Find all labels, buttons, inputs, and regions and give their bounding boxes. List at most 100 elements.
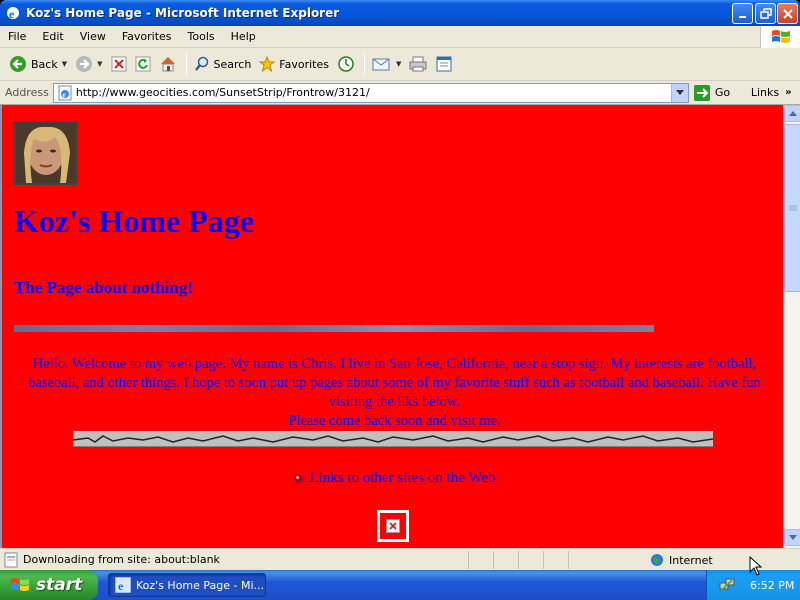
taskbar-item-label: Koz's Home Page - Mi... [136,578,265,592]
mail-button[interactable]: ▼ [369,51,404,77]
print-button[interactable] [406,51,430,77]
intro-paragraph: Hello. Welcome to my web page. My name i… [28,356,761,410]
restore-button[interactable] [755,3,776,24]
chevron-down-icon [788,534,797,540]
back-button[interactable]: Back ▼ [6,51,70,77]
forward-button[interactable]: ▼ [72,51,105,77]
minimize-button[interactable] [732,3,753,24]
go-arrow-icon [693,84,710,101]
links-toolbar-button[interactable]: Links [751,86,779,99]
home-icon [160,57,175,72]
restore-icon [759,7,772,19]
history-button[interactable] [334,51,358,77]
search-label: Search [213,57,252,71]
back-dropdown-icon[interactable]: ▼ [62,60,67,68]
intro-text: Hello. Welcome to my web page. My name i… [12,355,777,431]
page-icon: e [58,85,72,100]
forward-dropdown-icon[interactable]: ▼ [97,60,102,68]
status-text: Downloading from site: about:blank [23,553,220,566]
menu-edit[interactable]: Edit [34,30,71,43]
svg-text:e: e [9,7,15,21]
page-subtitle: The Page about nothing! [14,278,193,297]
svg-text:e: e [62,91,65,99]
favorites-button[interactable]: Favorites [256,51,332,77]
red-ball-bullet-icon [294,474,303,484]
address-dropdown-button[interactable] [670,83,688,102]
go-label: Go [714,86,731,99]
come-back-text: Please come back soon and visit me. [288,413,501,429]
squiggle-divider [72,431,714,447]
stop-icon [111,56,126,72]
status-panes [468,551,618,569]
mail-dropdown-icon[interactable]: ▼ [396,60,401,68]
ie-icon: e [7,7,19,21]
status-pane [543,551,568,569]
broken-image-icon [386,519,400,533]
address-label: Address [5,86,49,99]
window-titlebar[interactable]: e Koz's Home Page - Microsoft Internet E… [0,0,800,26]
edit-button[interactable] [432,51,456,77]
portrait-image [16,123,76,183]
back-label: Back [31,57,58,71]
scroll-thumb[interactable] [784,124,800,292]
mail-icon [372,58,390,71]
address-url: http://www.geocities.com/SunsetStrip/Fro… [75,86,370,99]
status-pane [493,551,518,569]
favorites-star-icon [259,56,276,72]
windows-logo [760,26,800,48]
start-button[interactable]: start [0,570,98,600]
page-title: Koz's Home Page [14,203,254,239]
favorites-label: Favorites [279,57,329,71]
window-title: Koz's Home Page - Microsoft Internet Exp… [26,6,340,20]
edit-icon [436,56,452,72]
clock[interactable]: 6:52 PM [750,579,794,592]
taskbar: start e Koz's Home Page - Mi... 6:52 PM [0,570,800,600]
go-button[interactable]: Go [693,84,747,102]
scroll-up-button[interactable] [784,105,800,122]
start-label: start [36,575,83,595]
zone-label: Internet [669,553,713,567]
close-button[interactable] [777,3,798,24]
links-chevron-icon[interactable]: » [785,87,791,98]
chevron-up-icon [788,110,797,116]
standard-toolbar: Back ▼ ▼ Search Favorites ▼ [0,48,800,81]
close-icon [782,8,793,19]
windows-flag-icon [11,578,29,591]
menu-help[interactable]: Help [223,30,264,43]
address-input[interactable]: e http://www.geocities.com/SunsetStrip/F… [52,82,689,103]
refresh-icon [135,56,150,72]
security-zone: Internet [650,551,713,569]
toolbar-separator [185,53,187,75]
page-viewport: Koz's Home Page The Page about nothing! … [0,105,800,548]
avatar [14,121,78,185]
back-arrow-icon [10,56,26,72]
menu-tools[interactable]: Tools [180,30,223,43]
search-button[interactable]: Search [191,51,255,77]
ie-icon: e [115,577,131,593]
page-icon [4,552,18,567]
svg-text:e: e [118,579,124,593]
network-icon[interactable] [719,577,735,593]
menu-favorites[interactable]: Favorites [114,30,180,43]
menu-file[interactable]: File [0,30,34,43]
status-pane [468,551,493,569]
scroll-down-button[interactable] [784,529,800,546]
stop-button[interactable] [108,51,130,77]
status-pane [518,551,543,569]
toolbar-separator [364,53,365,75]
taskbar-item-ie[interactable]: e Koz's Home Page - Mi... [108,573,266,597]
print-icon [409,56,427,72]
menu-view[interactable]: View [72,30,114,43]
address-bar: Address e http://www.geocities.com/Sunse… [0,81,800,105]
status-pane [568,551,618,569]
forward-arrow-icon [76,56,93,72]
vertical-scrollbar[interactable] [783,105,800,548]
refresh-button[interactable] [132,51,154,77]
decorative-divider [14,325,654,332]
home-button[interactable] [156,51,180,77]
links-to-other-sites-link[interactable]: Links to other sites on the Web [310,470,496,486]
squiggle-line [72,435,714,443]
menu-bar: File Edit View Favorites Tools Help [0,26,800,48]
minimize-icon [738,15,746,18]
broken-image [377,510,409,542]
